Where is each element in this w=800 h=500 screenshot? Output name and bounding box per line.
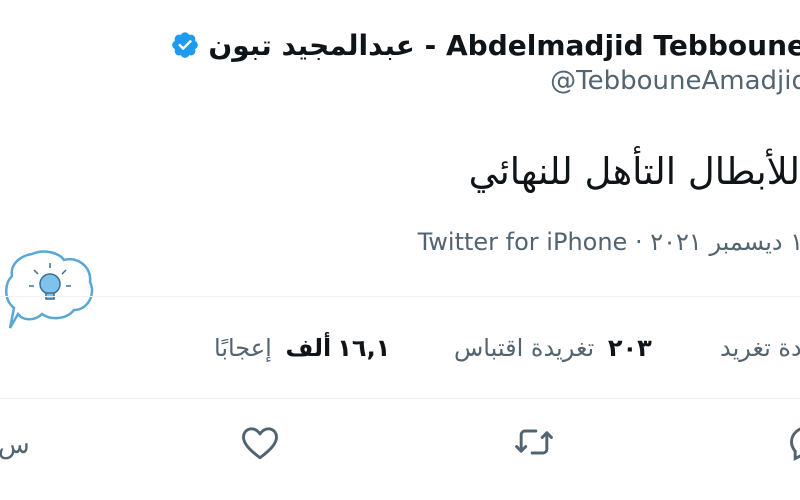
tweet-meta: Twitter for iPhone · ١٥ ديسمبر ٢٠٢١ bbox=[418, 228, 800, 256]
lightbulb-bubble-icon bbox=[2, 248, 98, 334]
verified-badge-icon bbox=[170, 30, 200, 60]
heart-icon[interactable] bbox=[238, 420, 282, 464]
tweet-stats: إعادة تغريد ٢٠٣ تغريدة اقتباس ١٦,١ألف إع… bbox=[0, 334, 800, 368]
divider-bottom bbox=[0, 398, 800, 399]
author-handle[interactable]: @TebbouneAmadjid bbox=[550, 66, 800, 102]
quote-stat[interactable]: ٢٠٣ تغريدة اقتباس bbox=[454, 334, 652, 362]
action-bar bbox=[0, 420, 800, 470]
like-count: ١٦,١ bbox=[337, 334, 391, 362]
tweet-page: عبدالمجيد تبون - Abdelmadjid Tebboune @T… bbox=[0, 0, 800, 500]
reply-icon[interactable] bbox=[786, 420, 800, 464]
like-unit: ألف bbox=[285, 334, 332, 362]
like-stat[interactable]: ١٦,١ألف إعجابًا bbox=[214, 334, 390, 362]
retweet-stat[interactable]: إعادة تغريد bbox=[720, 334, 800, 362]
divider-top bbox=[0, 296, 800, 297]
tweet-source[interactable]: Twitter for iPhone bbox=[418, 228, 628, 256]
author-name[interactable]: عبدالمجيد تبون - Abdelmadjid Tebboune bbox=[208, 29, 800, 62]
tweet-text: للأبطال التأهل للنهائي bbox=[468, 150, 800, 193]
quote-label: تغريدة اقتباس bbox=[454, 334, 595, 362]
retweet-label: إعادة تغريد bbox=[720, 334, 800, 362]
retweet-icon[interactable] bbox=[512, 420, 556, 464]
quote-count: ٢٠٣ bbox=[607, 334, 652, 362]
action-label-fragment[interactable]: س bbox=[0, 430, 30, 460]
like-label: إعجابًا bbox=[214, 334, 272, 362]
author-name-row[interactable]: عبدالمجيد تبون - Abdelmadjid Tebboune bbox=[170, 26, 800, 64]
tweet-date[interactable]: ١٥ ديسمبر ٢٠٢١ bbox=[650, 228, 800, 256]
meta-separator: · bbox=[634, 228, 643, 256]
